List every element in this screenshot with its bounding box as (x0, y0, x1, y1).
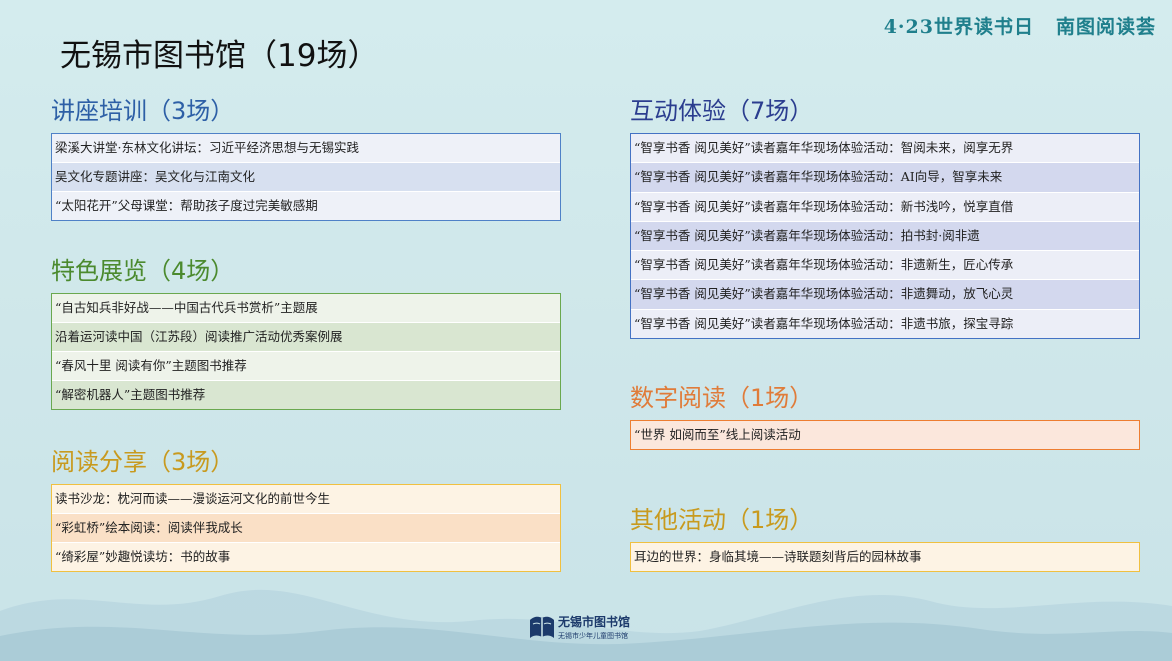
list-item: “智享书香 阅见美好”读者嘉年华现场体验活动：非遗书旅，探宝寻踪 (631, 309, 1139, 339)
list-item: “太阳花开”父母课堂：帮助孩子度过完美敏感期 (52, 192, 560, 220)
logo-name: 无锡市图书馆 (558, 615, 631, 629)
section-exhibit: 特色展览（4场） “自古知兵非好战——中国古代兵书赏析”主题展 沿着运河读中国（… (51, 252, 561, 410)
section-title: 其他活动（1场） (630, 506, 814, 534)
list-item: “智享书香 阅见美好”读者嘉年华现场体验活动：非遗舞动，放飞心灵 (631, 280, 1139, 310)
library-logo: 无锡市图书馆 无锡市少年儿童图书馆 (524, 610, 654, 646)
section-title: 互动体验（7场） (630, 97, 814, 125)
event-list: “智享书香 阅见美好”读者嘉年华现场体验活动：智阅未来，阅享无界 “智享书香 阅… (630, 133, 1140, 340)
section-interact: 互动体验（7场） “智享书香 阅见美好”读者嘉年华现场体验活动：智阅未来，阅享无… (630, 92, 1140, 340)
event-list: 梁溪大讲堂·东林文化讲坛：习近平经济思想与无锡实践 吴文化专题讲座：吴文化与江南… (51, 133, 561, 221)
event-list: “自古知兵非好战——中国古代兵书赏析”主题展 沿着运河读中国（江苏段）阅读推广活… (51, 293, 561, 410)
section-title: 特色展览（4场） (51, 257, 235, 285)
list-item: 耳边的世界：身临其境——诗联题刻背后的园林故事 (631, 543, 1139, 571)
event-list: 读书沙龙：枕河而读——漫谈运河文化的前世今生 “彩虹桥”绘本阅读：阅读伴我成长 … (51, 484, 561, 572)
header-brand: 南图阅读荟 (1055, 16, 1156, 38)
list-item: “绮彩屋”妙趣悦读坊：书的故事 (52, 543, 560, 571)
section-title: 阅读分享（3场） (51, 448, 235, 476)
section-title: 数字阅读（1场） (630, 384, 814, 412)
list-item: “智享书香 阅见美好”读者嘉年华现场体验活动：拍书封·阅非遗 (631, 221, 1139, 252)
section-lecture: 讲座培训（3场） 梁溪大讲堂·东林文化讲坛：习近平经济思想与无锡实践 吴文化专题… (51, 92, 561, 221)
section-title: 讲座培训（3场） (51, 97, 235, 125)
list-item: “春风十里 阅读有你”主题图书推荐 (52, 352, 560, 381)
event-list: “世界 如阅而至”线上阅读活动 (630, 420, 1140, 450)
list-item: “解密机器人”主题图书推荐 (52, 381, 560, 409)
list-item: “自古知兵非好战——中国古代兵书赏析”主题展 (52, 294, 560, 323)
event-list: 耳边的世界：身临其境——诗联题刻背后的园林故事 (630, 542, 1140, 572)
section-other: 其他活动（1场） 耳边的世界：身临其境——诗联题刻背后的园林故事 (630, 501, 1140, 572)
list-item: 梁溪大讲堂·东林文化讲坛：习近平经济思想与无锡实践 (52, 134, 560, 163)
header-event: 4·23世界读书日 (883, 16, 1034, 38)
list-item: “智享书香 阅见美好”读者嘉年华现场体验活动：新书浅吟，悦享直借 (631, 192, 1139, 222)
list-item: “世界 如阅而至”线上阅读活动 (631, 421, 1139, 449)
logo-subtitle: 无锡市少年儿童图书馆 (558, 632, 628, 640)
header-banner: 4·23世界读书日 南图阅读荟 (884, 12, 1156, 39)
list-item: “智享书香 阅见美好”读者嘉年华现场体验活动：非遗新生，匠心传承 (631, 251, 1139, 281)
list-item: 吴文化专题讲座：吴文化与江南文化 (52, 163, 560, 192)
page-title: 无锡市图书馆（19场） (60, 38, 379, 74)
list-item: “智享书香 阅见美好”读者嘉年华现场体验活动：AI向导，智享未来 (631, 163, 1139, 193)
section-share: 阅读分享（3场） 读书沙龙：枕河而读——漫谈运河文化的前世今生 “彩虹桥”绘本阅… (51, 443, 561, 572)
list-item: 读书沙龙：枕河而读——漫谈运河文化的前世今生 (52, 485, 560, 514)
list-item: 沿着运河读中国（江苏段）阅读推广活动优秀案例展 (52, 323, 560, 352)
list-item: “智享书香 阅见美好”读者嘉年华现场体验活动：智阅未来，阅享无界 (631, 134, 1139, 164)
list-item: “彩虹桥”绘本阅读：阅读伴我成长 (52, 514, 560, 543)
library-emblem-icon (530, 616, 554, 638)
section-digital: 数字阅读（1场） “世界 如阅而至”线上阅读活动 (630, 379, 1140, 450)
